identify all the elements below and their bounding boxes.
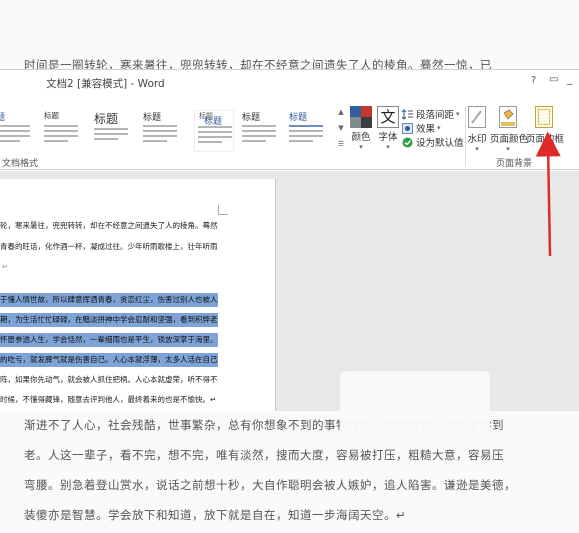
dropdown-icon: ▾: [359, 143, 363, 151]
effects-button[interactable]: 效果 ▾: [402, 121, 464, 135]
selected-line: 怀愿参透人生，学会恬然，一辈细雨也是平生，锁放深掌于海里。最活出的: [0, 333, 218, 347]
gallery-down-icon[interactable]: ▼: [337, 120, 345, 136]
set-as-default-label: 设为默认值: [416, 138, 464, 149]
colors-label: 颜色: [351, 132, 371, 143]
style-set-item[interactable]: 标题: [94, 110, 134, 152]
style-set-item[interactable]: 标题: [242, 110, 282, 152]
selected-line: 期，为生活忙忙碌碌，在黯淡拼神中学会忍耐和坚强，看到积弊老去，历经了: [0, 313, 218, 327]
page-background-group-label: 页面背景: [496, 159, 533, 169]
page-color-icon: [499, 106, 517, 128]
document-workspace: 轮，寒来暑往，兜兜转转，却在不经意之间遗失了人的棱角。蓦然一惊，已 青春的旺话，…: [0, 171, 579, 441]
watermark-label: 水印: [467, 134, 487, 145]
document-page[interactable]: 轮，寒来暑往，兜兜转转，却在不经意之间遗失了人的棱角。蓦然一惊，已 青春的旺话，…: [0, 179, 276, 411]
colors-palette-icon: [350, 106, 372, 128]
style-set-item[interactable]: 标题: [143, 110, 183, 152]
gallery-scroll[interactable]: ▲ ▼ ☰: [337, 104, 345, 154]
set-as-default-button[interactable]: 设为默认值: [402, 135, 464, 149]
word-window: 文档2 [兼容模式] - Word ? ▭ _ 题 标题 标题 标题 标题 标题…: [0, 69, 579, 441]
page-borders-icon: [535, 106, 553, 128]
help-button[interactable]: ?: [531, 75, 536, 86]
background-line: 弯腰。别急着登山赏水，说话之前想十秒，大自作聪明会被人嫉妒，追人陷害。谦逊是美德…: [24, 478, 516, 492]
colors-button[interactable]: 颜色 ▾: [348, 106, 374, 151]
dropdown-icon: ▾: [386, 143, 390, 151]
checkmark-icon: [402, 137, 413, 148]
fonts-label: 字体: [378, 132, 398, 143]
ribbon-design-tab: 题 标题 标题 标题 标题 标题 标题 标题 ▲ ▼ ☰ 颜色 ▾ 文 字体 ▾…: [0, 100, 579, 170]
title-bar: 文档2 [兼容模式] - Word ? ▭ _: [0, 70, 579, 97]
gallery-up-icon[interactable]: ▲: [337, 104, 345, 120]
paragraph-spacing-label: 段落间距: [416, 110, 455, 121]
minimize-button[interactable]: _: [567, 72, 573, 85]
window-title: 文档2 [兼容模式] - Word: [46, 78, 165, 90]
effects-label: 效果: [416, 124, 436, 135]
style-set-item[interactable]: 标题: [44, 110, 84, 152]
gallery-more-icon[interactable]: ☰: [337, 136, 345, 152]
group-separator: [465, 106, 466, 166]
paragraph-spacing-button[interactable]: 段落间距 ▾: [401, 107, 464, 121]
paragraph-mark: ↵: [2, 263, 8, 271]
page-color-label: 页面颜色: [490, 134, 529, 145]
ribbon-group-labels: 文档格式 页面背景: [0, 106, 579, 169]
page-borders-label: 页面边框: [526, 134, 565, 145]
watermark-icon: [468, 106, 486, 128]
effects-icon: [402, 122, 413, 134]
style-set-gallery: 题 标题 标题 标题 标题 标题 标题 标题: [0, 110, 335, 152]
page-color-button[interactable]: 页面颜色 ▾: [490, 106, 529, 153]
ribbon-display-button[interactable]: ▭: [549, 74, 558, 85]
background-line: 老。人这一辈子，看不完，想不完，唯有淡然，搜而大度，容易被打压，粗糙大意，容易压: [24, 448, 504, 462]
document-line: 轮，寒来暑往，兜兜转转，却在不经意之间遗失了人的棱角。蓦然一惊，已: [0, 221, 218, 230]
style-set-item[interactable]: 标题: [204, 110, 244, 152]
style-set-item[interactable]: 标题: [289, 110, 329, 152]
fonts-button[interactable]: 文 字体 ▾: [376, 106, 400, 151]
selected-line: 的吃亏，就发脾气就是伤害自己。人心本就浮薄，太多人活在自己的世界，听: [0, 353, 218, 367]
document-line: 阵，如果你先动气，就会被人抓住把柄。人心本就虚荣，听不得不好的评价，: [0, 375, 218, 384]
design-options: 段落间距 ▾ 效果 ▾ 设为默认值: [401, 107, 464, 149]
background-line: 装傻亦是智慧。学会放下和知道，放下就是自在，知道一步海阔天空。↵: [24, 508, 407, 522]
watermark-button[interactable]: 水印 ▾: [466, 106, 488, 153]
fonts-icon: 文: [377, 106, 399, 128]
style-set-item[interactable]: 题: [0, 110, 36, 152]
selected-line: 于懂人情世故，所以肆意挥洒青春，贪恋红尘，伤害过别人也被人伤害；壮: [0, 293, 218, 307]
margin-corner-marker: [218, 205, 228, 215]
blur-overlay: [340, 371, 490, 441]
paragraph-spacing-icon: [401, 108, 413, 120]
page-borders-button[interactable]: 页面边框: [526, 106, 565, 145]
document-line: 青春的旺话，化作酒一杯，凝成过往。少年听雨歌楼上，壮年听雨客舟中，看: [0, 242, 218, 251]
document-format-group-label: 文档格式: [2, 159, 39, 169]
document-line: 时候，不懂得藏锋，随意去评判他人，最终着来的也是不愉快。↵: [0, 395, 217, 404]
